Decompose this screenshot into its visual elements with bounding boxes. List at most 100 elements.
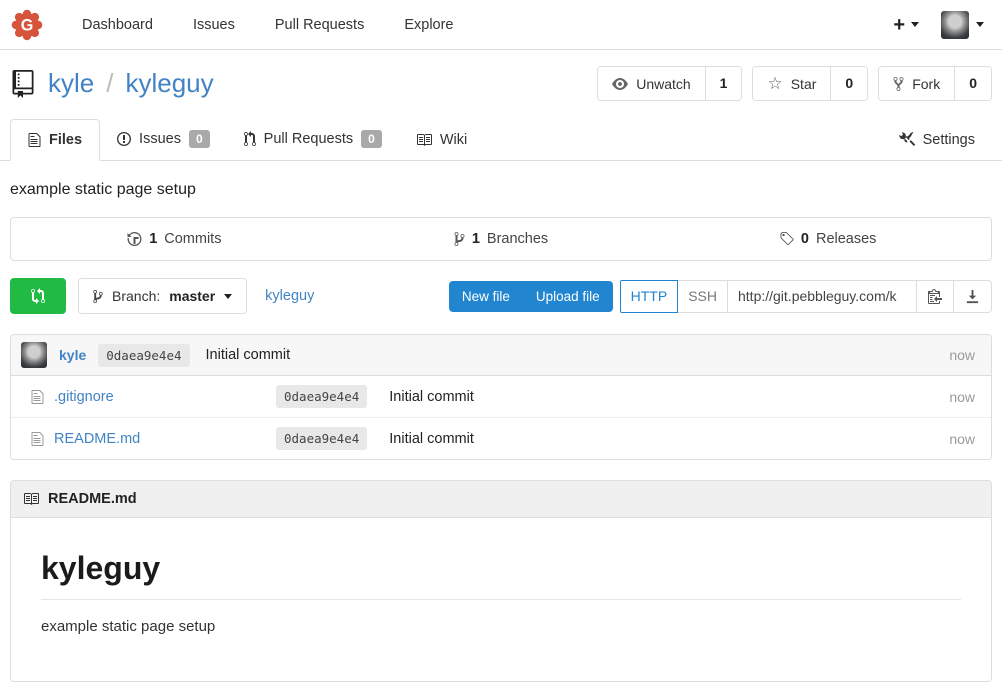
repo-toolbar: Branch: master kyleguy New file Upload f… xyxy=(10,278,992,314)
user-menu[interactable] xyxy=(941,11,984,39)
repo-name-link[interactable]: kyleguy xyxy=(125,68,213,99)
file-icon xyxy=(31,389,44,405)
file-icon xyxy=(28,132,41,148)
commit-message[interactable]: Initial commit xyxy=(206,347,291,363)
nav-pull-requests[interactable]: Pull Requests xyxy=(255,0,384,50)
tab-pull-requests-label: Pull Requests xyxy=(264,131,353,147)
chevron-down-icon xyxy=(224,294,232,299)
git-compare-icon xyxy=(31,288,45,304)
fork-label: Fork xyxy=(912,76,940,92)
commit-sha-badge[interactable]: 0daea9e4e4 xyxy=(276,427,367,450)
commits-count: 1 xyxy=(149,231,157,247)
branches-label: Branches xyxy=(487,231,548,247)
nav-dashboard[interactable]: Dashboard xyxy=(62,0,173,50)
repo-header: kyle / kyleguy Unwatch 1 ☆ Star 0 xyxy=(0,50,1002,115)
file-commit-message[interactable]: Initial commit xyxy=(389,389,474,405)
new-file-button[interactable]: New file xyxy=(449,281,523,312)
latest-commit-row: kyle 0daea9e4e4 Initial commit now xyxy=(11,335,991,376)
fork-button-group: Fork 0 xyxy=(878,66,992,101)
repo-actions: Unwatch 1 ☆ Star 0 Fork 0 xyxy=(597,66,992,101)
repo-owner-link[interactable]: kyle xyxy=(48,68,94,99)
repo-separator: / xyxy=(106,68,113,99)
readme-header: README.md xyxy=(11,481,991,518)
commits-stat[interactable]: 1 Commits xyxy=(11,218,338,260)
commit-sha-badge[interactable]: 0daea9e4e4 xyxy=(276,385,367,408)
chevron-down-icon xyxy=(976,22,984,27)
star-button-group: ☆ Star 0 xyxy=(752,66,868,101)
tab-files-label: Files xyxy=(49,132,82,148)
commit-time: now xyxy=(949,347,981,363)
tab-wiki[interactable]: Wiki xyxy=(399,120,484,160)
issue-icon xyxy=(117,131,131,147)
copy-url-button[interactable] xyxy=(916,280,954,313)
readme-content: kyleguy example static page setup xyxy=(11,518,991,681)
file-link-gitignore[interactable]: .gitignore xyxy=(54,389,114,405)
tab-files[interactable]: Files xyxy=(10,119,100,161)
repo-title: kyle / kyleguy xyxy=(10,68,214,99)
eye-icon xyxy=(612,76,628,92)
watch-button-group: Unwatch 1 xyxy=(597,66,742,101)
tab-settings-label: Settings xyxy=(923,132,975,148)
top-navbar: G Dashboard Issues Pull Requests Explore… xyxy=(0,0,1002,50)
pull-requests-count-badge: 0 xyxy=(361,130,382,148)
clone-url-input[interactable] xyxy=(727,280,917,313)
create-new-menu[interactable]: + xyxy=(893,15,919,35)
star-label: Star xyxy=(791,76,817,92)
branch-icon xyxy=(454,231,465,247)
download-archive-button[interactable] xyxy=(953,280,992,313)
fork-button[interactable]: Fork xyxy=(879,67,954,100)
repo-stats-bar: 1 Commits 1 Branches 0 Releases xyxy=(10,217,992,261)
gogs-logo-icon[interactable]: G xyxy=(10,8,44,42)
tab-settings[interactable]: Settings xyxy=(882,120,992,160)
star-icon: ☆ xyxy=(767,75,782,92)
tab-wiki-label: Wiki xyxy=(440,132,467,148)
fork-count[interactable]: 0 xyxy=(954,67,991,100)
commit-author-link[interactable]: kyle xyxy=(59,347,86,363)
star-count[interactable]: 0 xyxy=(830,67,867,100)
download-icon xyxy=(965,289,980,304)
ssh-protocol-button[interactable]: SSH xyxy=(677,280,728,313)
svg-text:G: G xyxy=(21,16,34,34)
book-icon xyxy=(23,491,39,507)
file-commit-message[interactable]: Initial commit xyxy=(389,431,474,447)
releases-stat[interactable]: 0 Releases xyxy=(664,218,991,260)
http-protocol-button[interactable]: HTTP xyxy=(620,280,679,313)
history-icon xyxy=(127,231,142,247)
compare-button[interactable] xyxy=(10,278,66,314)
commit-author-avatar[interactable] xyxy=(21,342,47,368)
readme-heading: kyleguy xyxy=(41,550,961,600)
star-button[interactable]: ☆ Star xyxy=(753,67,830,100)
nav-right-controls: + xyxy=(893,11,992,39)
readme-paragraph: example static page setup xyxy=(41,618,961,635)
nav-explore[interactable]: Explore xyxy=(384,0,473,50)
branch-selector[interactable]: Branch: master xyxy=(78,278,247,314)
file-commit-time: now xyxy=(949,389,981,405)
file-icon xyxy=(31,431,44,447)
file-action-buttons: New file Upload file xyxy=(449,281,613,312)
tab-issues-label: Issues xyxy=(139,131,181,147)
plus-icon: + xyxy=(893,15,905,35)
clipboard-icon xyxy=(928,288,942,304)
tab-pull-requests[interactable]: Pull Requests 0 xyxy=(227,118,399,160)
commit-sha-badge[interactable]: 0daea9e4e4 xyxy=(98,344,189,367)
unwatch-label: Unwatch xyxy=(636,76,690,92)
file-name-cell: .gitignore xyxy=(21,389,276,405)
readme-filename: README.md xyxy=(48,491,137,507)
tab-issues[interactable]: Issues 0 xyxy=(100,118,227,160)
watch-count[interactable]: 1 xyxy=(705,67,742,100)
branch-name: master xyxy=(169,288,215,304)
branches-count: 1 xyxy=(472,231,480,247)
book-icon xyxy=(416,132,432,148)
nav-issues[interactable]: Issues xyxy=(173,0,255,50)
fork-icon xyxy=(893,76,904,92)
issues-count-badge: 0 xyxy=(189,130,210,148)
tag-icon xyxy=(779,231,794,247)
branches-stat[interactable]: 1 Branches xyxy=(338,218,665,260)
upload-file-button[interactable]: Upload file xyxy=(523,281,613,312)
unwatch-button[interactable]: Unwatch xyxy=(598,67,704,100)
file-link-readme[interactable]: README.md xyxy=(54,431,140,447)
commits-label: Commits xyxy=(164,231,221,247)
tools-icon xyxy=(899,132,915,148)
table-row: .gitignore 0daea9e4e4 Initial commit now xyxy=(11,376,991,417)
repo-root-link[interactable]: kyleguy xyxy=(265,288,314,304)
